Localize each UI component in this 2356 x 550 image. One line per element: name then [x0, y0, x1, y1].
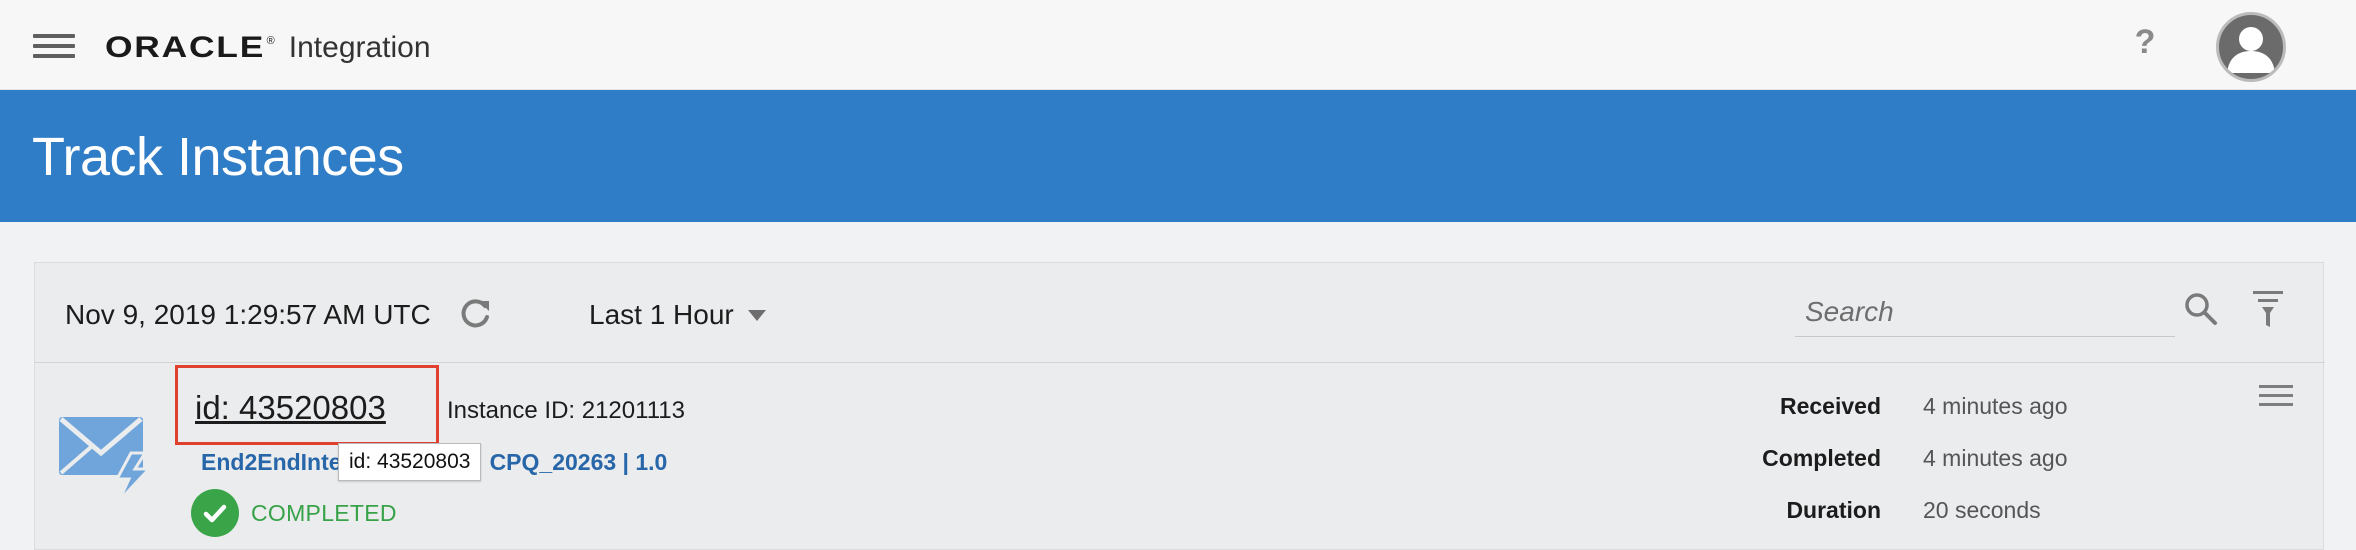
integration-name-prefix: End2EndInte: [201, 449, 342, 475]
received-value: 4 minutes ago: [1923, 393, 2068, 419]
help-icon[interactable]: ?: [2130, 22, 2160, 62]
id-tooltip: id: 43520803: [338, 443, 482, 481]
row-actions-menu-icon[interactable]: [2259, 385, 2293, 411]
check-circle-icon: [191, 489, 239, 537]
completed-value: 4 minutes ago: [1923, 445, 2068, 471]
oracle-logo: ORACLE: [105, 31, 266, 64]
top-bar: ORACLE ® Integration ?: [0, 0, 2356, 90]
user-avatar-icon[interactable]: [2216, 12, 2286, 82]
instances-panel: Nov 9, 2019 1:29:57 AM UTC Last 1 Hour S…: [34, 262, 2325, 550]
refresh-icon[interactable]: [455, 293, 495, 333]
status-text: COMPLETED: [251, 499, 397, 526]
search-box: [1795, 287, 2175, 337]
panel-toolbar: Nov 9, 2019 1:29:57 AM UTC Last 1 Hour: [35, 263, 2325, 363]
brand: ORACLE ® Integration: [105, 28, 431, 68]
instance-row: id: 43520803 Instance ID: 21201113 End2E…: [35, 363, 2325, 550]
integration-name-suffix: CPQ_20263 | 1.0: [489, 449, 668, 475]
last-refresh-timestamp: Nov 9, 2019 1:29:57 AM UTC: [65, 299, 431, 330]
status-badge: COMPLETED: [191, 489, 397, 537]
duration-label: Duration: [1786, 497, 1881, 523]
caret-down-icon: [747, 309, 766, 321]
search-icon[interactable]: [2181, 289, 2221, 329]
instance-id-link[interactable]: id: 43520803: [195, 389, 386, 427]
duration-value: 20 seconds: [1923, 497, 2041, 523]
filter-icon[interactable]: [2249, 287, 2289, 331]
menu-icon[interactable]: [33, 34, 75, 58]
time-range-select[interactable]: Last 1 Hour: [589, 299, 766, 331]
completed-label: Completed: [1762, 445, 1881, 471]
title-band: Track Instances: [0, 90, 2356, 222]
registered-mark: ®: [266, 35, 275, 47]
product-name: Integration: [288, 31, 431, 64]
received-label: Received: [1779, 393, 1881, 419]
search-input[interactable]: [1795, 287, 2095, 337]
message-envelope-icon: [57, 407, 155, 503]
instance-id-text: Instance ID: 21201113: [447, 397, 685, 424]
time-range-label: Last 1 Hour: [589, 299, 734, 330]
page-title: Track Instances: [32, 127, 404, 187]
